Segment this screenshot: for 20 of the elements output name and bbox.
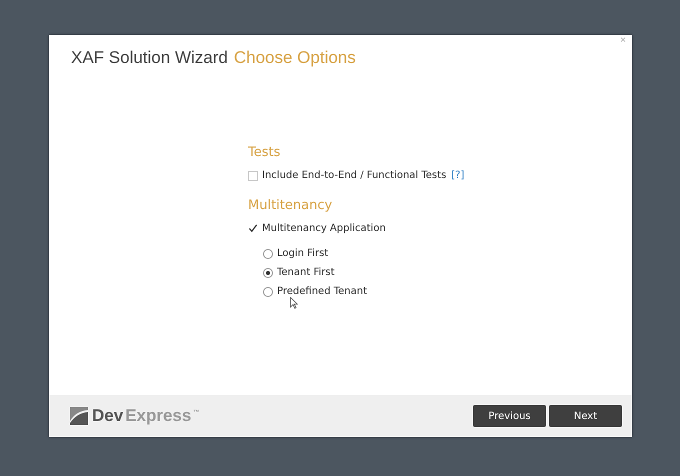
option-label: Tenant First (277, 267, 335, 278)
option-label: Login First (277, 248, 328, 259)
logo-text: Express (125, 406, 192, 426)
option-label: Include End-to-End / Functional Tests (262, 170, 446, 181)
radio-button[interactable] (263, 248, 273, 258)
option-label: Multitenancy Application (262, 223, 386, 234)
previous-button[interactable]: Previous (473, 405, 546, 427)
radio-button[interactable] (263, 268, 273, 278)
checkbox[interactable] (248, 224, 258, 234)
logo-text: Dev (92, 406, 124, 426)
next-button[interactable]: Next (549, 405, 622, 427)
section-heading: Multitenancy (248, 198, 334, 213)
option-label: Predefined Tenant (277, 286, 367, 297)
logo-icon (70, 407, 88, 425)
cursor-icon (290, 297, 298, 309)
radio-button[interactable] (263, 286, 273, 296)
help-link[interactable]: [?] (451, 170, 464, 181)
page-title: Choose Options (234, 48, 356, 68)
section-heading: Tests (248, 145, 282, 160)
window-title: XAF Solution Wizard (71, 48, 228, 68)
